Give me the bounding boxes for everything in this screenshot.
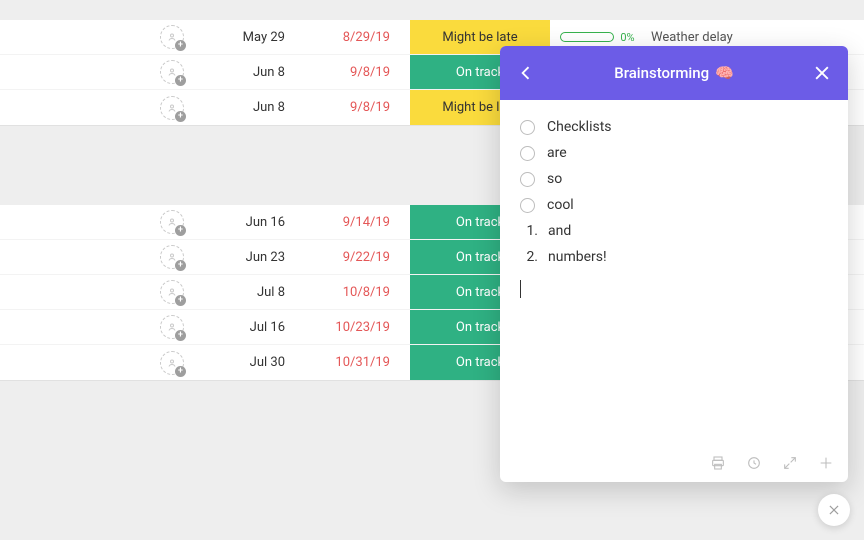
panel-header: Brainstorming 🧠	[500, 46, 848, 100]
panel-title-text: Brainstorming	[614, 64, 709, 82]
checkbox[interactable]	[520, 198, 535, 213]
panel-footer	[500, 444, 848, 482]
number-marker: 2.	[520, 249, 538, 265]
due-date-cell[interactable]: 10/8/19	[305, 285, 410, 300]
number-marker: 1.	[520, 223, 538, 239]
assignee-avatar-placeholder[interactable]: +	[160, 351, 184, 375]
checklist-item[interactable]: Checklists	[516, 114, 832, 140]
due-date-cell[interactable]: 9/8/19	[305, 100, 410, 115]
numbered-item[interactable]: 1. and	[516, 218, 832, 244]
print-button[interactable]	[710, 455, 726, 471]
panel-body[interactable]: Checklists are so cool 1. and 2. numbers!	[500, 100, 848, 444]
progress-cell[interactable]: 0%	[550, 31, 645, 44]
assignee-avatar-placeholder[interactable]: +	[160, 96, 184, 120]
printer-icon	[710, 455, 726, 471]
due-date-cell[interactable]: 9/8/19	[305, 65, 410, 80]
start-date-cell[interactable]: May 29	[200, 30, 305, 45]
expand-icon	[782, 455, 798, 471]
dismiss-button[interactable]	[818, 494, 850, 526]
due-date-cell[interactable]: 9/22/19	[305, 250, 410, 265]
note-cell[interactable]: Weather delay	[645, 30, 733, 45]
start-date-cell[interactable]: Jun 8	[200, 65, 305, 80]
checkbox[interactable]	[520, 146, 535, 161]
close-icon	[812, 63, 832, 83]
close-panel-button[interactable]	[810, 61, 834, 85]
panel-emoji: 🧠	[715, 64, 734, 82]
due-date-cell[interactable]: 8/29/19	[305, 30, 410, 45]
assignee-cell[interactable]: +	[0, 25, 200, 49]
checklist-text: cool	[547, 197, 574, 213]
checklist-item[interactable]: so	[516, 166, 832, 192]
numbered-text: and	[548, 223, 571, 239]
plus-icon	[818, 455, 834, 471]
assignee-cell[interactable]: +	[0, 245, 200, 269]
close-icon	[827, 503, 841, 517]
checklist-text: so	[547, 171, 562, 187]
history-icon	[746, 455, 762, 471]
side-panel: Brainstorming 🧠 Checklists are so cool 1. and…	[500, 46, 848, 482]
checklist-text: are	[547, 145, 567, 161]
due-date-cell[interactable]: 10/31/19	[305, 355, 410, 370]
expand-button[interactable]	[782, 455, 798, 471]
assignee-avatar-placeholder[interactable]: +	[160, 60, 184, 84]
assignee-cell[interactable]: +	[0, 60, 200, 84]
due-date-cell[interactable]: 10/23/19	[305, 320, 410, 335]
assignee-avatar-placeholder[interactable]: +	[160, 280, 184, 304]
panel-title: Brainstorming 🧠	[614, 64, 734, 82]
start-date-cell[interactable]: Jul 16	[200, 320, 305, 335]
history-button[interactable]	[746, 455, 762, 471]
assignee-cell[interactable]: +	[0, 210, 200, 234]
assignee-cell[interactable]: +	[0, 315, 200, 339]
chevron-left-icon	[516, 63, 536, 83]
text-cursor	[520, 280, 521, 298]
numbered-item[interactable]: 2. numbers!	[516, 244, 832, 270]
assignee-avatar-placeholder[interactable]: +	[160, 245, 184, 269]
assignee-avatar-placeholder[interactable]: +	[160, 25, 184, 49]
add-button[interactable]	[818, 455, 834, 471]
assignee-avatar-placeholder[interactable]: +	[160, 210, 184, 234]
start-date-cell[interactable]: Jul 30	[200, 355, 305, 370]
start-date-cell[interactable]: Jun 16	[200, 215, 305, 230]
assignee-cell[interactable]: +	[0, 351, 200, 375]
checkbox[interactable]	[520, 172, 535, 187]
progress-bar	[560, 32, 614, 42]
checklist-text: Checklists	[547, 119, 612, 135]
back-button[interactable]	[514, 61, 538, 85]
numbered-text: numbers!	[548, 249, 607, 265]
due-date-cell[interactable]: 9/14/19	[305, 215, 410, 230]
checkbox[interactable]	[520, 120, 535, 135]
start-date-cell[interactable]: Jun 8	[200, 100, 305, 115]
assignee-cell[interactable]: +	[0, 96, 200, 120]
start-date-cell[interactable]: Jul 8	[200, 285, 305, 300]
start-date-cell[interactable]: Jun 23	[200, 250, 305, 265]
progress-label: 0%	[620, 31, 634, 44]
text-cursor-line[interactable]	[520, 280, 832, 302]
checklist-item[interactable]: are	[516, 140, 832, 166]
assignee-avatar-placeholder[interactable]: +	[160, 315, 184, 339]
checklist-item[interactable]: cool	[516, 192, 832, 218]
assignee-cell[interactable]: +	[0, 280, 200, 304]
